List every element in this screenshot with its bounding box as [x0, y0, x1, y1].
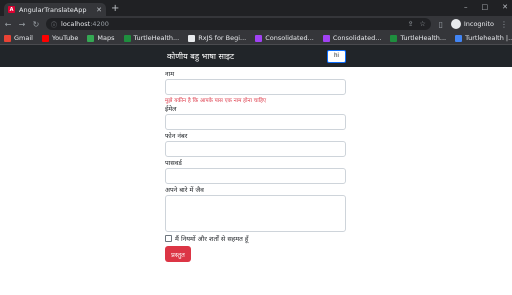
maximize-button[interactable]: □: [482, 3, 489, 11]
menu-kebab-icon[interactable]: ⋮: [500, 20, 508, 29]
name-input[interactable]: [165, 79, 346, 95]
close-window-button[interactable]: ✕: [502, 3, 508, 11]
bookmark-item[interactable]: YouTube: [41, 34, 79, 42]
bookmark-label: Maps: [97, 34, 115, 42]
bookmark-favicon-icon: [455, 34, 463, 42]
about-label: अपने बारे में जैव: [165, 186, 204, 194]
url-host: localhost: [61, 20, 91, 28]
agree-checkbox[interactable]: [165, 235, 172, 242]
back-arrow-icon[interactable]: ←: [4, 20, 12, 29]
bookmark-item[interactable]: Turtlehealth |...: [455, 34, 512, 42]
browser-tab[interactable]: A AngularTranslateApp ✕: [4, 3, 106, 16]
about-textarea[interactable]: [165, 195, 346, 232]
email-label: ईमेल: [165, 105, 177, 113]
share-icon[interactable]: ⇪: [408, 20, 414, 28]
bookmark-item[interactable]: TurtleHealth...: [123, 34, 180, 42]
bookmark-label: Consolidated...: [265, 34, 314, 42]
angular-favicon-icon: A: [8, 6, 15, 13]
bookmark-favicon-icon: [390, 34, 398, 42]
bookmark-item[interactable]: TurtleHealth...: [390, 34, 446, 42]
bookmark-favicon-icon: [41, 34, 49, 42]
address-bar[interactable]: ⓘ localhost:4200 ⇪ ☆: [46, 18, 431, 30]
reload-icon[interactable]: ↻: [32, 20, 40, 29]
agree-row: मैं नियमों और शर्तों से सहमत हूँ: [165, 234, 346, 243]
bookmark-favicon-icon: [188, 34, 196, 42]
incognito-label: Incognito: [463, 20, 494, 28]
bookmark-favicon-icon: [322, 34, 330, 42]
bookmark-label: TurtleHealth...: [400, 34, 447, 42]
agree-label: मैं नियमों और शर्तों से सहमत हूँ: [175, 235, 249, 243]
app-navbar: कोणीय बहु भाषा साइट hi: [0, 45, 512, 67]
bookmark-item[interactable]: Gmail: [4, 34, 33, 42]
phone-label: फोन नंबर: [165, 132, 188, 140]
bookmark-item[interactable]: Maps: [87, 34, 115, 42]
signup-form: नाम मुझे यकीन है कि आपके पास एक नाम होना…: [165, 70, 346, 262]
forward-arrow-icon[interactable]: →: [18, 20, 26, 29]
incognito-icon: [450, 19, 461, 29]
bookmark-favicon-icon: [87, 34, 95, 42]
new-tab-button[interactable]: +: [111, 3, 119, 14]
navbar-brand[interactable]: कोणीय बहु भाषा साइट: [167, 51, 234, 62]
bookmarks-bar: Gmail YouTube Maps TurtleHealth... RxJS for …: [0, 32, 512, 45]
window-controls: – □ ✕: [464, 3, 508, 11]
bookmark-label: TurtleHealth...: [133, 34, 180, 42]
bookmark-label: YouTube: [51, 34, 79, 42]
bookmark-label: RxJS for Begi...: [198, 34, 247, 42]
bookmark-favicon-icon: [123, 34, 131, 42]
tab-close-icon[interactable]: ✕: [96, 6, 102, 14]
bookmark-item[interactable]: Consolidated...: [255, 34, 314, 42]
app-page: कोणीय बहु भाषा साइट hi नाम मुझे यकीन है …: [0, 45, 512, 295]
tab-strip: A AngularTranslateApp ✕ + – □ ✕: [0, 0, 512, 16]
bookmark-favicon-icon: [4, 34, 11, 42]
submit-button[interactable]: प्रस्तुत: [165, 246, 191, 262]
name-error: मुझे यकीन है कि आपके पास एक नाम होना चाह…: [165, 98, 267, 104]
password-input[interactable]: [165, 168, 346, 184]
browser-chrome: A AngularTranslateApp ✕ + – □ ✕ ← → ↻ ⓘ …: [0, 0, 512, 45]
info-icon[interactable]: ⓘ: [51, 20, 57, 29]
browser-toolbar: ← → ↻ ⓘ localhost:4200 ⇪ ☆ ▯ Incognito ⋮: [0, 16, 512, 32]
bookmark-favicon-icon: [255, 34, 263, 42]
bookmark-item[interactable]: Consolidated...: [322, 34, 382, 42]
language-button[interactable]: hi: [327, 49, 346, 63]
bookmark-label: Consolidated...: [332, 34, 382, 42]
email-input[interactable]: [165, 114, 346, 130]
password-label: पासवर्ड: [165, 159, 182, 167]
bookmark-label: Turtlehealth |...: [465, 34, 512, 42]
bookmark-label: Gmail: [14, 34, 33, 42]
phone-input[interactable]: [165, 141, 346, 157]
bookmark-item[interactable]: RxJS for Begi...: [188, 34, 246, 42]
incognito-badge[interactable]: Incognito: [450, 19, 494, 29]
bookmark-star-icon[interactable]: ☆: [420, 20, 426, 28]
url-port: :4200: [90, 20, 109, 28]
minimize-button[interactable]: –: [464, 3, 468, 11]
name-label: नाम: [165, 70, 175, 78]
side-panel-icon[interactable]: ▯: [437, 20, 445, 29]
tab-title: AngularTranslateApp: [19, 5, 87, 14]
